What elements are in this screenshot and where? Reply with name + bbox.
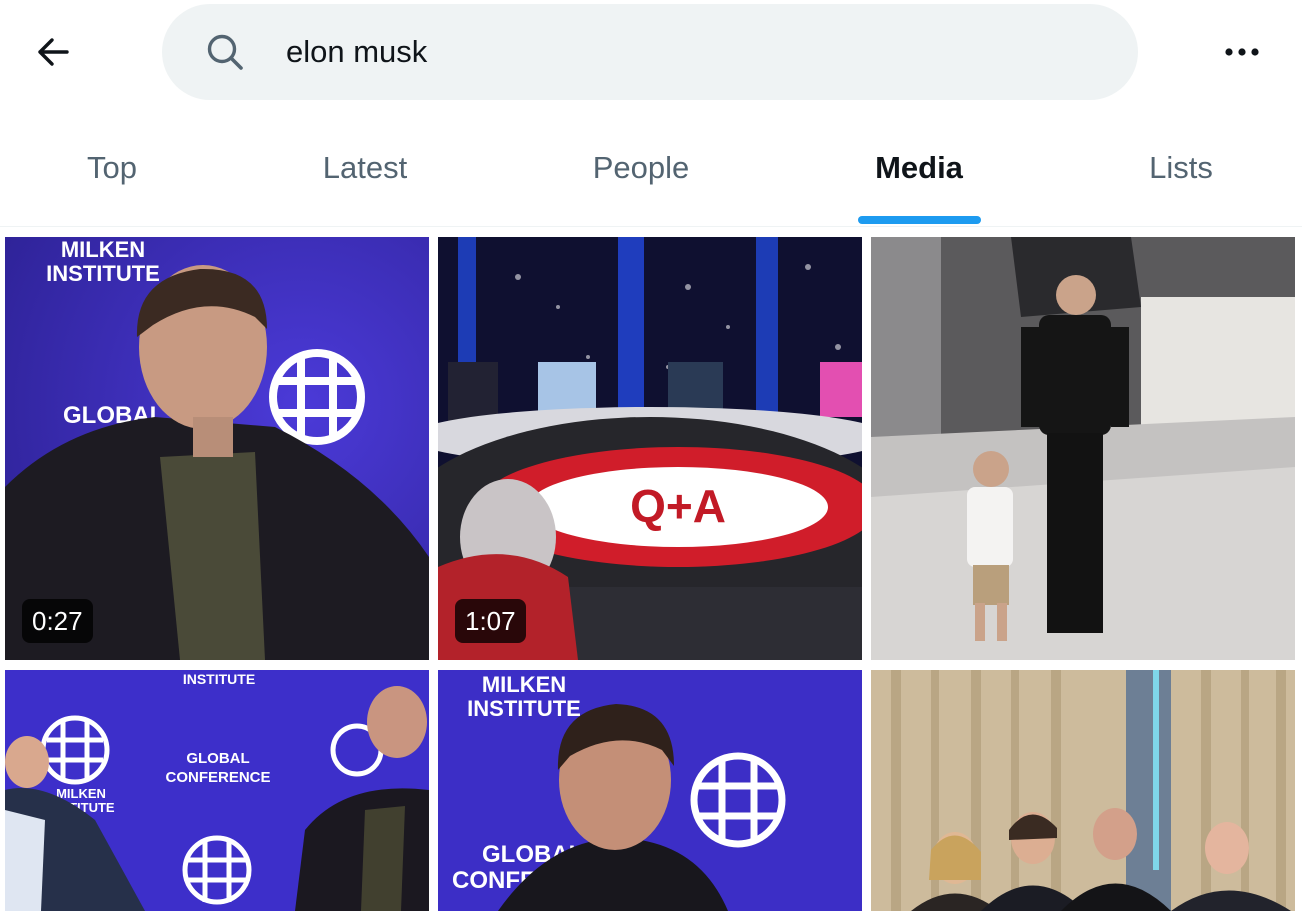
tab-media[interactable]: Media [808,110,1030,226]
media-item-video[interactable]: Q+A 1:07 [438,237,862,660]
svg-text:Q+A: Q+A [630,480,726,532]
media-item-photo[interactable] [871,670,1295,911]
media-item-photo[interactable]: INSTITUTE GLOBAL CONFERENCE MILKEN INSTI… [5,670,429,911]
arrow-left-icon [38,38,69,66]
media-item-photo[interactable]: MILKEN INSTITUTE GLOBAL CONFE [438,670,862,911]
svg-text:GLOBAL: GLOBAL [186,750,249,767]
tab-people[interactable]: People [530,110,752,226]
media-item-video[interactable]: MILKEN INSTITUTE GLOBAL 0:27 [5,237,429,660]
media-thumbnail: INSTITUTE GLOBAL CONFERENCE MILKEN INSTI… [5,670,429,911]
svg-text:MILKEN: MILKEN [61,237,145,262]
media-thumbnail [871,237,1295,660]
media-thumbnail [871,670,1295,911]
active-tab-indicator [858,216,981,224]
media-thumbnail: MILKEN INSTITUTE GLOBAL CONFE [438,670,862,911]
media-thumbnail: Q+A [438,237,862,660]
search-header [0,0,1302,110]
search-tabs: Top Latest People Media Lists [0,110,1302,227]
media-grid: MILKEN INSTITUTE GLOBAL 0:27 Q+A 1:07 IN… [0,236,1302,911]
tab-top[interactable]: Top [0,110,224,226]
media-item-photo[interactable] [871,237,1295,660]
svg-text:CONFERENCE: CONFERENCE [165,769,270,786]
search-box[interactable] [162,4,1138,100]
back-button[interactable] [23,22,83,82]
svg-text:MILKEN: MILKEN [482,672,566,697]
more-options-button[interactable] [1212,22,1272,82]
more-horizontal-icon [1225,48,1259,56]
media-thumbnail: MILKEN INSTITUTE GLOBAL [5,237,429,660]
tab-latest[interactable]: Latest [254,110,476,226]
svg-text:MILKEN: MILKEN [56,786,106,801]
svg-text:INSTITUTE: INSTITUTE [467,696,581,721]
tab-lists[interactable]: Lists [1070,110,1292,226]
svg-text:INSTITUTE: INSTITUTE [183,671,255,687]
svg-text:INSTITUTE: INSTITUTE [46,261,160,286]
search-icon [207,34,243,70]
video-duration-badge: 0:27 [22,599,93,643]
search-input[interactable] [286,24,1106,80]
video-duration-badge: 1:07 [455,599,526,643]
